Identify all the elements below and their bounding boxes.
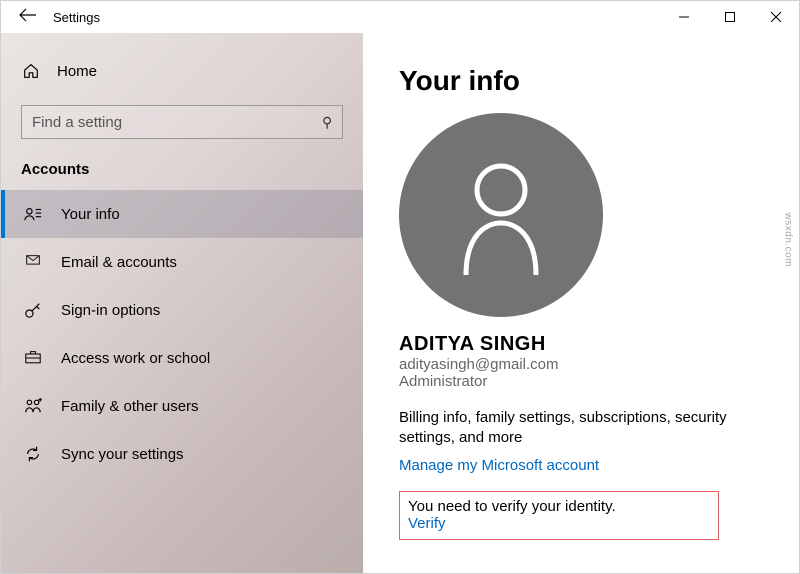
avatar [399,113,603,317]
search-input[interactable] [32,114,322,131]
sidebar-item-label: Family & other users [61,398,199,415]
titlebar: Settings [1,1,799,33]
sync-icon [23,444,43,464]
manage-account-link[interactable]: Manage my Microsoft account [399,457,599,474]
search-box[interactable]: ⚲ [21,105,343,139]
key-icon [23,300,43,320]
sidebar-item-email[interactable]: Email & accounts [1,238,363,286]
verify-link[interactable]: Verify [408,515,446,532]
sidebar: Home ⚲ Accounts Your info Email & accoun… [1,33,363,573]
sidebar-item-family[interactable]: Family & other users [1,382,363,430]
user-role: Administrator [399,373,763,390]
close-button[interactable] [753,1,799,33]
page-title: Your info [399,65,763,97]
family-icon [23,396,43,416]
sidebar-item-label: Sign-in options [61,302,160,319]
home-label: Home [57,63,97,80]
sidebar-item-sync[interactable]: Sync your settings [1,430,363,478]
content-pane: Your info ADITYA SINGH adityasingh@gmail… [363,33,799,573]
sidebar-item-label: Email & accounts [61,254,177,271]
person-icon [451,155,551,275]
user-email: adityasingh@gmail.com [399,356,763,373]
billing-description: Billing info, family settings, subscript… [399,408,763,449]
sidebar-item-signin[interactable]: Sign-in options [1,286,363,334]
watermark: wsxdn.com [783,212,794,267]
back-button[interactable] [19,8,37,27]
user-name: ADITYA SINGH [399,333,763,356]
home-icon [21,61,41,81]
verify-identity-box: You need to verify your identity. Verify [399,491,719,540]
sidebar-item-your-info[interactable]: Your info [1,190,363,238]
search-icon: ⚲ [322,114,332,131]
briefcase-icon [23,348,43,368]
window-title: Settings [53,10,100,25]
email-icon [23,252,43,272]
verify-text: You need to verify your identity. [408,498,710,515]
minimize-button[interactable] [661,1,707,33]
category-heading: Accounts [1,139,363,190]
maximize-button[interactable] [707,1,753,33]
sidebar-item-label: Access work or school [61,350,210,367]
sidebar-item-label: Your info [61,206,120,223]
sidebar-item-work[interactable]: Access work or school [1,334,363,382]
sidebar-item-label: Sync your settings [61,446,184,463]
your-info-icon [23,204,43,224]
home-nav[interactable]: Home [1,53,363,89]
